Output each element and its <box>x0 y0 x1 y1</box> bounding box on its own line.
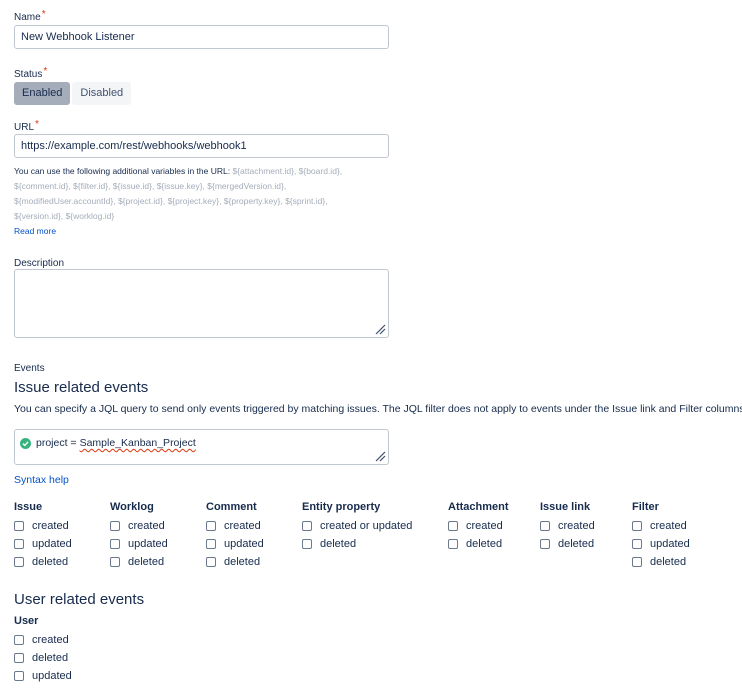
description-textarea[interactable] <box>14 269 389 338</box>
column-title: Issue <box>14 501 43 513</box>
description-label: Description <box>14 258 65 269</box>
resize-grip-icon[interactable] <box>374 323 386 335</box>
jql-query-value: Sample_Kanban_Project <box>79 437 196 449</box>
column-title: Issue link <box>540 501 591 513</box>
issue-deleted-checkbox[interactable] <box>14 557 24 567</box>
column-title: Filter <box>632 501 659 513</box>
attachment-created-checkbox[interactable] <box>448 521 458 531</box>
worklog-updated-checkbox[interactable] <box>110 539 120 549</box>
column-title: Comment <box>206 501 257 513</box>
issue-events-column: Issue created updated deleted <box>14 501 72 568</box>
user-created-checkbox[interactable] <box>14 635 24 645</box>
syntax-help-link[interactable]: Syntax help <box>14 474 69 486</box>
issue-created-checkbox[interactable] <box>14 521 24 531</box>
worklog-deleted-checkbox[interactable] <box>110 557 120 567</box>
status-disabled-button[interactable]: Disabled <box>72 82 132 105</box>
issue-link-deleted-checkbox[interactable] <box>540 539 550 549</box>
filter-events-column: Filter created updated deleted <box>632 501 690 568</box>
comment-events-column: Comment created updated deleted <box>206 501 264 568</box>
issue-events-description: You can specify a JQL query to send only… <box>14 403 742 415</box>
entity-property-created-updated-checkbox[interactable] <box>302 521 312 531</box>
filter-updated-checkbox[interactable] <box>632 539 642 549</box>
column-title: Worklog <box>110 501 154 513</box>
issue-link-events-column: Issue link created deleted <box>540 501 595 550</box>
check-circle-icon <box>20 438 31 449</box>
jql-query-text: project = Sample_Kanban_Project <box>36 437 196 449</box>
name-input[interactable]: New Webhook Listener <box>14 25 389 49</box>
worklog-created-checkbox[interactable] <box>110 521 120 531</box>
url-help-text: You can use the following additional var… <box>14 166 343 236</box>
resize-grip-icon[interactable] <box>374 450 386 462</box>
column-title: Entity property <box>302 501 381 513</box>
events-label: Events <box>14 363 45 374</box>
user-updated-checkbox[interactable] <box>14 671 24 681</box>
attachment-deleted-checkbox[interactable] <box>448 539 458 549</box>
attachment-events-column: Attachment created deleted <box>448 501 509 550</box>
url-input[interactable]: https://example.com/rest/webhooks/webhoo… <box>14 134 389 158</box>
user-events-column: User created deleted updated <box>14 615 72 682</box>
status-enabled-button[interactable]: Enabled <box>14 82 71 105</box>
required-mark: * <box>35 119 39 130</box>
comment-updated-checkbox[interactable] <box>206 539 216 549</box>
entity-property-deleted-checkbox[interactable] <box>302 539 312 549</box>
filter-created-checkbox[interactable] <box>632 521 642 531</box>
column-title: User <box>14 615 39 627</box>
url-label: URL* <box>14 119 39 133</box>
issue-events-heading: Issue related events <box>14 379 149 396</box>
worklog-events-column: Worklog created updated deleted <box>110 501 168 568</box>
column-title: Attachment <box>448 501 509 513</box>
issue-updated-checkbox[interactable] <box>14 539 24 549</box>
required-mark: * <box>41 9 46 20</box>
jql-query-input[interactable]: project = Sample_Kanban_Project <box>14 429 389 465</box>
issue-link-created-checkbox[interactable] <box>540 521 550 531</box>
user-deleted-checkbox[interactable] <box>14 653 24 663</box>
comment-deleted-checkbox[interactable] <box>206 557 216 567</box>
comment-created-checkbox[interactable] <box>206 521 216 531</box>
status-toggle-group: Enabled Disabled <box>14 82 133 105</box>
name-label: Name* <box>14 9 46 23</box>
entity-property-events-column: Entity property created or updated delet… <box>302 501 413 550</box>
filter-deleted-checkbox[interactable] <box>632 557 642 567</box>
status-label: Status* <box>14 66 48 80</box>
read-more-link[interactable]: Read more <box>14 226 56 236</box>
user-events-heading: User related events <box>14 591 145 608</box>
required-mark: * <box>43 66 48 77</box>
